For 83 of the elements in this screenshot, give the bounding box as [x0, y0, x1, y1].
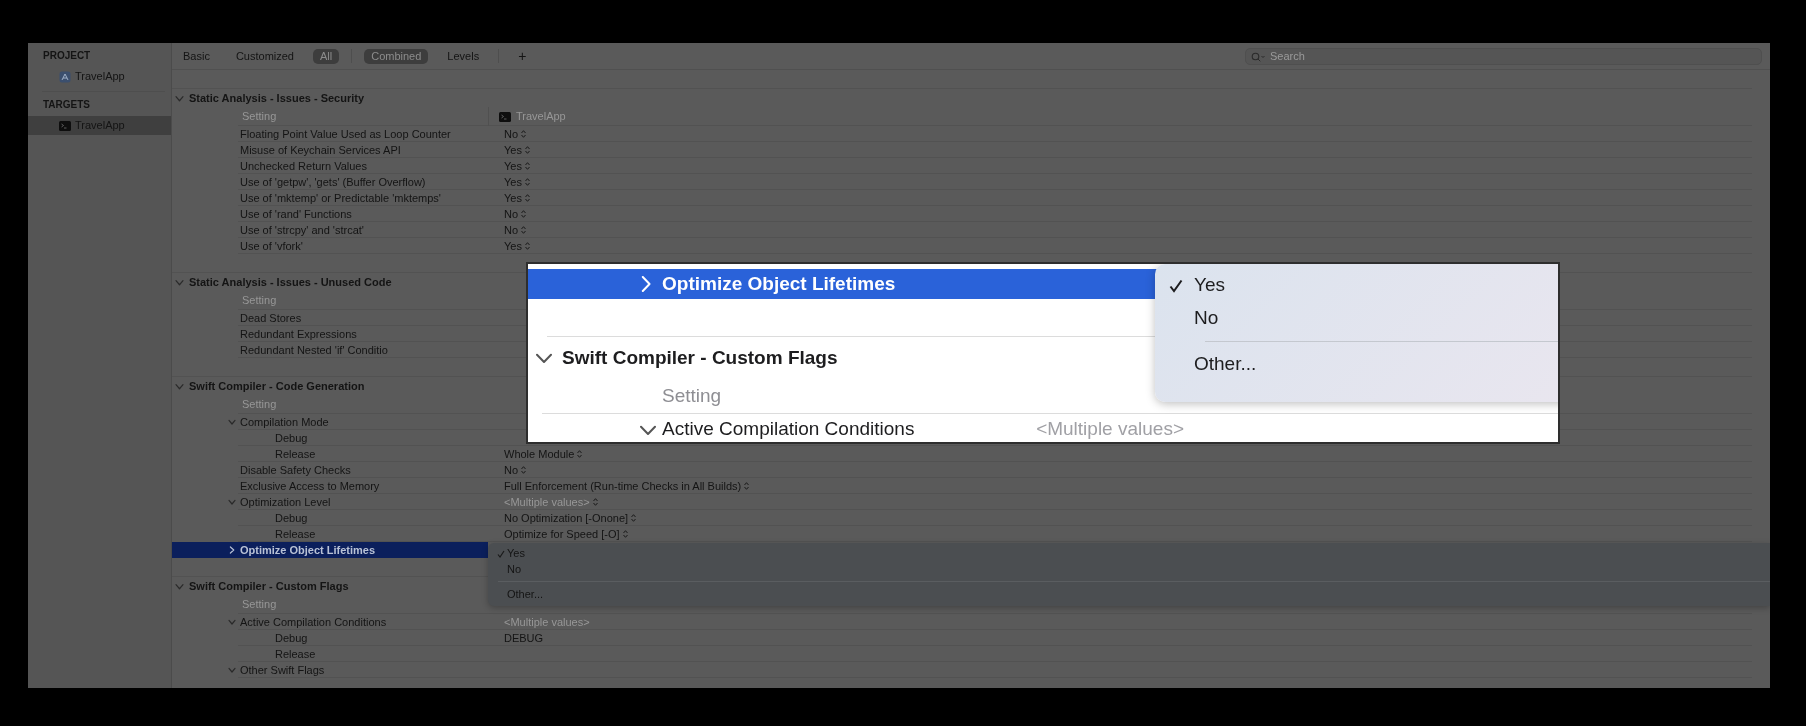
filter-tab[interactable]: Customized — [228, 48, 301, 64]
setting-name: Redundant Nested 'if' Conditio — [240, 343, 388, 358]
setting-value[interactable]: Yes — [504, 190, 522, 206]
column-header: Setting — [662, 383, 722, 408]
setting-name: Disable Safety Checks — [240, 463, 351, 478]
setting-value[interactable]: <Multiple values> — [1036, 415, 1184, 442]
terminal-icon — [59, 120, 71, 131]
menu-item-label: No — [507, 561, 522, 577]
setting-value[interactable]: Optimize for Speed [-O] — [504, 526, 620, 542]
menu-item[interactable]: Other... — [1155, 348, 1558, 381]
column-header: Setting — [242, 109, 277, 124]
setting-name: Debug — [275, 431, 308, 446]
setting-value[interactable]: <Multiple values> — [504, 614, 590, 630]
setting-value[interactable]: No — [504, 206, 519, 222]
setting-name: Unchecked Return Values — [240, 159, 367, 174]
column-header: Setting — [242, 293, 277, 308]
search-icon — [1251, 51, 1265, 62]
setting-value[interactable]: No — [504, 126, 519, 142]
setting-name: Release — [275, 527, 316, 542]
setting-name: Use of 'strcpy' and 'strcat' — [240, 223, 364, 238]
setting-value[interactable]: Yes — [504, 142, 522, 158]
view-tab[interactable]: Levels — [440, 48, 487, 64]
sidebar-item[interactable]: TravelApp — [28, 67, 171, 86]
setting-name: Floating Point Value Used as Loop Counter — [240, 127, 451, 142]
search-field[interactable]: Search — [1245, 47, 1762, 65]
setting-value[interactable]: No — [504, 222, 519, 238]
selected-row-highlight[interactable]: Optimize Object Lifetimes — [172, 542, 488, 558]
setting-value[interactable]: Yes — [504, 158, 522, 174]
menu-item[interactable]: No — [1155, 302, 1558, 335]
sidebar-heading: TARGETS — [42, 98, 92, 112]
menu-item-label: Other... — [1194, 352, 1257, 377]
setting-name: Dead Stores — [240, 311, 302, 326]
setting-name: Redundant Expressions — [240, 327, 357, 342]
section-title: Static Analysis - Issues - Unused Code — [189, 274, 392, 290]
setting-value[interactable]: DEBUG — [504, 630, 544, 646]
selected-row-highlight[interactable]: Optimize Object Lifetimes — [528, 269, 1157, 299]
view-tab[interactable]: Combined — [364, 48, 429, 64]
section-title: Swift Compiler - Custom Flags — [562, 345, 838, 370]
setting-name: Active Compilation Conditions — [240, 615, 387, 630]
setting-name: Compilation Mode — [240, 415, 329, 430]
menu-item-label: Other... — [507, 586, 544, 602]
section-title: Swift Compiler - Code Generation — [189, 378, 365, 394]
setting-value[interactable]: <Multiple values> — [504, 494, 590, 510]
menu-item[interactable]: Yes — [1155, 269, 1558, 302]
menu-item[interactable]: No — [488, 561, 1770, 577]
filter-tab[interactable]: Basic — [176, 48, 217, 64]
setting-value[interactable]: Whole Module — [504, 446, 575, 462]
menu-item-label: Yes — [507, 545, 525, 561]
setting-name: Release — [275, 447, 316, 462]
sidebar-heading: PROJECT — [42, 49, 92, 63]
menu-item[interactable]: Yes — [488, 545, 1770, 561]
setting-value[interactable]: Yes — [504, 174, 522, 190]
filter-tab[interactable]: All — [313, 48, 340, 64]
setting-name: Active Compilation Conditions — [662, 417, 915, 442]
setting-name: Exclusive Access to Memory — [240, 479, 380, 494]
setting-name: Use of 'getpw', 'gets' (Buffer Overflow) — [240, 175, 426, 190]
setting-value[interactable]: No Optimization [-Onone] — [504, 510, 629, 526]
setting-name: Debug — [275, 511, 308, 526]
setting-name: Debug — [275, 631, 308, 646]
setting-name: Misuse of Keychain Services API — [240, 143, 401, 158]
setting-name: Optimize Object Lifetimes — [662, 271, 896, 296]
menu-item-label: No — [1194, 306, 1219, 331]
terminal-icon — [499, 111, 511, 122]
section-title: Static Analysis - Issues - Security — [189, 90, 365, 106]
setting-name: Use of 'mktemp' or Predictable 'mktemps' — [240, 191, 441, 206]
column-header: Setting — [242, 397, 277, 412]
setting-value[interactable]: No — [504, 462, 519, 478]
add-button[interactable]: + — [511, 48, 534, 64]
menu-item-label: Yes — [1194, 273, 1225, 298]
setting-name: Other Swift Flags — [240, 663, 325, 678]
chevron-right-icon[interactable] — [228, 546, 236, 554]
setting-value[interactable]: Full Enforcement (Run-time Checks in All Builds) — [504, 478, 742, 494]
column-header: Setting — [242, 597, 277, 612]
section-title: Swift Compiler - Custom Flags — [189, 578, 349, 594]
app-icon — [59, 70, 71, 83]
setting-name: Use of 'rand' Functions — [240, 207, 352, 222]
column-header: TravelApp — [516, 109, 566, 124]
setting-name: Optimize Object Lifetimes — [240, 543, 376, 558]
setting-name: Release — [275, 647, 316, 662]
setting-name: Optimization Level — [240, 495, 331, 510]
menu-item[interactable]: Other... — [488, 586, 1770, 602]
setting-name: Use of 'vfork' — [240, 239, 303, 254]
setting-value[interactable]: Yes — [504, 238, 522, 254]
